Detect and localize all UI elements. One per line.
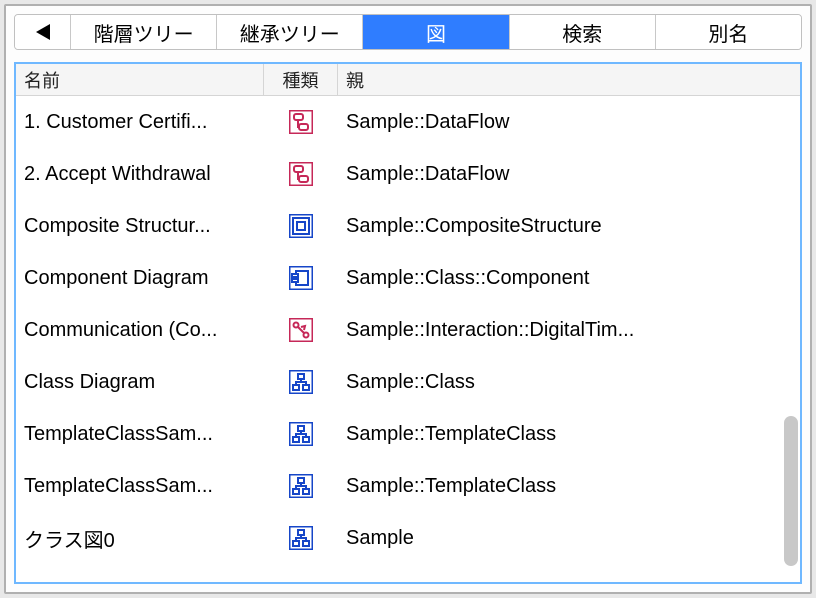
cell-name: Composite Structur...: [16, 215, 264, 238]
cell-parent: Sample::Class: [338, 371, 800, 394]
class-diagram-icon: [289, 422, 313, 446]
cell-name: TemplateClassSam...: [16, 475, 264, 498]
tab-hierarchy-tree[interactable]: 階層ツリー: [71, 15, 217, 49]
cell-name: クラス図0: [16, 524, 264, 553]
cell-type: [264, 370, 338, 394]
cell-type: [264, 318, 338, 342]
table-row[interactable]: TemplateClassSam... Sample::TemplateClass: [16, 460, 800, 512]
column-header-parent[interactable]: 親: [338, 64, 800, 95]
scrollbar[interactable]: [784, 416, 798, 566]
cell-type: [264, 110, 338, 134]
cell-parent: Sample::Class::Component: [338, 267, 800, 290]
table-row[interactable]: 2. Accept Withdrawal Sample::DataFlow: [16, 148, 800, 200]
dataflow-diagram-icon: [289, 162, 313, 186]
back-button[interactable]: [15, 15, 71, 49]
communication-diagram-icon: [289, 318, 313, 342]
table-row[interactable]: Composite Structur... Sample::CompositeSt…: [16, 200, 800, 252]
column-header-type[interactable]: 種類: [264, 64, 338, 95]
cell-name: TemplateClassSam...: [16, 423, 264, 446]
tab-inheritance-tree[interactable]: 継承ツリー: [217, 15, 363, 49]
tab-diagram[interactable]: 図: [363, 15, 509, 49]
component-diagram-icon: [289, 266, 313, 290]
table-body: 1. Customer Certifi...Sample::DataFlow2.…: [16, 96, 800, 582]
cell-name: Communication (Co...: [16, 319, 264, 342]
tab-bar: 階層ツリー 継承ツリー 図 検索 別名: [14, 14, 802, 50]
table-header: 名前 種類 親: [16, 64, 800, 96]
cell-parent: Sample::DataFlow: [338, 111, 800, 134]
cell-parent: Sample::DataFlow: [338, 163, 800, 186]
table-row[interactable]: Class Diagram Sample::Class: [16, 356, 800, 408]
cell-name: Class Diagram: [16, 371, 264, 394]
cell-parent: Sample::TemplateClass: [338, 423, 800, 446]
diagram-table: 名前 種類 親 1. Customer Certifi...Sample::Da…: [14, 62, 802, 584]
cell-name: 2. Accept Withdrawal: [16, 163, 264, 186]
cell-parent: Sample::CompositeStructure: [338, 215, 800, 238]
table-row[interactable]: TemplateClassSam... Sample::TemplateClass: [16, 408, 800, 460]
cell-type: [264, 266, 338, 290]
table-row[interactable]: Component Diagram Sample::Class::Componen…: [16, 252, 800, 304]
cell-parent: Sample::TemplateClass: [338, 475, 800, 498]
class-diagram-icon: [289, 526, 313, 550]
dataflow-diagram-icon: [289, 110, 313, 134]
table-row[interactable]: Communication (Co... Sample::Interaction:…: [16, 304, 800, 356]
cell-type: [264, 526, 338, 550]
cell-type: [264, 214, 338, 238]
tab-alias[interactable]: 別名: [656, 15, 801, 49]
diagram-list-panel: 階層ツリー 継承ツリー 図 検索 別名 名前 種類 親 1. Customer …: [4, 4, 812, 594]
cell-name: Component Diagram: [16, 267, 264, 290]
cell-name: 1. Customer Certifi...: [16, 111, 264, 134]
tab-search[interactable]: 検索: [510, 15, 656, 49]
class-diagram-icon: [289, 474, 313, 498]
table-row[interactable]: 1. Customer Certifi... Sample::DataFlow: [16, 96, 800, 148]
back-icon: [36, 24, 50, 40]
column-header-name[interactable]: 名前: [16, 64, 264, 95]
table-row[interactable]: クラス図0 Sample: [16, 512, 800, 564]
cell-type: [264, 162, 338, 186]
class-diagram-icon: [289, 370, 313, 394]
cell-type: [264, 474, 338, 498]
composite-structure-icon: [289, 214, 313, 238]
cell-parent: Sample::Interaction::DigitalTim...: [338, 319, 800, 342]
cell-parent: Sample: [338, 527, 800, 550]
cell-type: [264, 422, 338, 446]
